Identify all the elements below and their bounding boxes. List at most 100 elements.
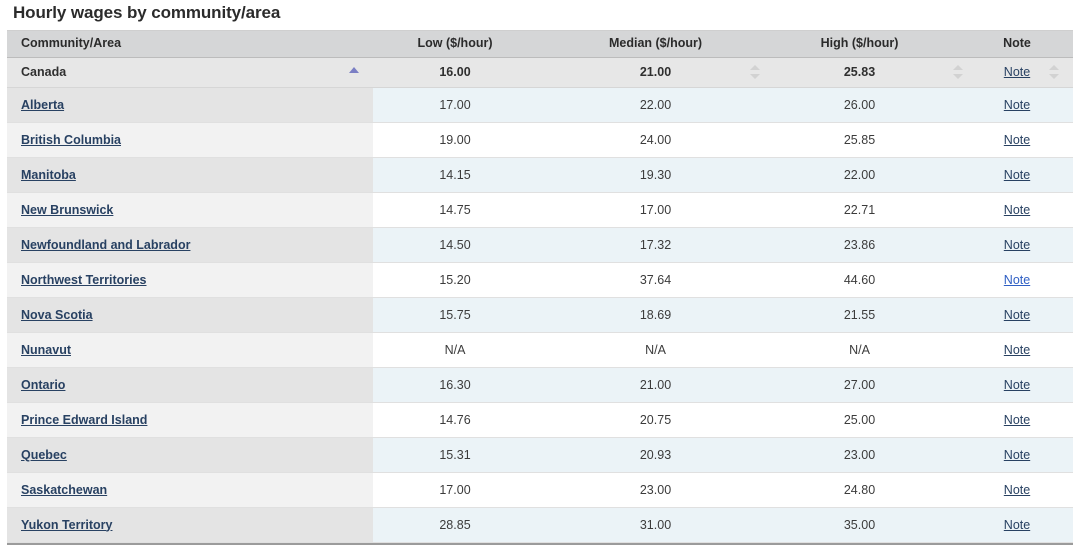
page-title: Hourly wages by community/area — [13, 3, 281, 22]
note-link[interactable]: Note — [1004, 378, 1030, 392]
column-header-median-label: Median ($/hour) — [608, 36, 703, 51]
table-header: Community/Area Low ($/hour) Median ($/ho… — [7, 31, 1073, 58]
cell-high-value: 27.00 — [843, 377, 876, 392]
cell-median-value: 19.30 — [639, 167, 672, 182]
table-row: Ontario 16.30 21.00 27.00 Note — [7, 367, 1073, 403]
region-link[interactable]: Quebec — [21, 448, 67, 462]
column-header-low-label: Low ($/hour) — [417, 36, 493, 51]
sort-toggle-icon-median[interactable] — [749, 65, 760, 79]
cell-median: 22.00 — [569, 87, 774, 123]
note-link[interactable]: Note — [1004, 448, 1030, 462]
table-row: Quebec 15.31 20.93 23.00 Note — [7, 437, 1073, 473]
region-link[interactable]: Northwest Territories — [21, 273, 147, 287]
cell-note: Note — [977, 227, 1073, 263]
cell-area: Nunavut — [7, 332, 373, 368]
note-link[interactable]: Note — [1004, 65, 1030, 79]
cell-high: 23.86 — [774, 227, 977, 263]
note-link[interactable]: Note — [1004, 343, 1030, 357]
cell-median: 17.00 — [569, 192, 774, 228]
cell-low-value: 19.00 — [439, 132, 471, 147]
column-header-high[interactable]: High ($/hour) — [774, 31, 977, 58]
cell-median: 17.32 — [569, 227, 774, 263]
cell-high: 21.55 — [774, 297, 977, 333]
cell-median-value: 31.00 — [639, 517, 672, 532]
note-link[interactable]: Note — [1004, 133, 1030, 147]
cell-low: 14.15 — [373, 157, 569, 193]
column-header-low[interactable]: Low ($/hour) — [373, 31, 569, 58]
note-link[interactable]: Note — [1004, 98, 1030, 112]
cell-high-value: 22.00 — [843, 167, 876, 182]
region-link[interactable]: Manitoba — [21, 168, 76, 182]
table-row: Alberta 17.00 22.00 26.00 Note — [7, 87, 1073, 123]
cell-note: Note — [977, 157, 1073, 193]
cell-median-value: 21.00 — [639, 377, 672, 392]
cell-median-value: N/A — [645, 342, 666, 357]
table-row: Manitoba 14.15 19.30 22.00 Note — [7, 157, 1073, 193]
cell-median-value: 24.00 — [639, 132, 672, 147]
cell-low: 28.85 — [373, 507, 569, 543]
column-header-area[interactable]: Community/Area — [7, 31, 373, 58]
note-link[interactable]: Note — [1004, 168, 1030, 182]
cell-high: 23.00 — [774, 437, 977, 473]
region-link[interactable]: Nunavut — [21, 343, 71, 357]
hourly-wages-table: Community/Area Low ($/hour) Median ($/ho… — [7, 31, 1073, 543]
cell-high-value: N/A — [849, 342, 870, 357]
cell-note: Note — [977, 472, 1073, 508]
region-link[interactable]: Prince Edward Island — [21, 413, 147, 427]
region-link[interactable]: British Columbia — [21, 133, 121, 147]
cell-area: Saskatchewan — [7, 472, 373, 508]
cell-note: Note — [977, 332, 1073, 368]
cell-low-value: 15.75 — [439, 307, 471, 322]
cell-low: 19.00 — [373, 122, 569, 158]
sort-ascending-icon-area[interactable] — [348, 65, 359, 79]
column-header-note[interactable]: Note — [977, 31, 1073, 58]
cell-low: N/A — [373, 332, 569, 368]
cell-low: 17.00 — [373, 472, 569, 508]
table-body: Alberta 17.00 22.00 26.00 Note British Columb… — [7, 87, 1073, 543]
cell-high-value: 25.00 — [843, 412, 876, 427]
cell-note: Note — [977, 297, 1073, 333]
region-link[interactable]: Saskatchewan — [21, 483, 107, 497]
cell-area: Nova Scotia — [7, 297, 373, 333]
column-header-median[interactable]: Median ($/hour) — [569, 31, 774, 58]
sort-toggle-icon-note[interactable] — [1048, 65, 1059, 79]
cell-area: British Columbia — [7, 122, 373, 158]
region-link[interactable]: Ontario — [21, 378, 65, 392]
cell-low-value: 14.50 — [439, 237, 471, 252]
cell-median: N/A — [569, 332, 774, 368]
note-link[interactable]: Note — [1004, 518, 1030, 532]
cell-high: 44.60 — [774, 262, 977, 298]
column-header-note-label: Note — [1003, 36, 1031, 51]
note-link[interactable]: Note — [1004, 238, 1030, 252]
region-link[interactable]: Newfoundland and Labrador — [21, 238, 190, 252]
summary-cell-area: Canada — [7, 57, 373, 88]
cell-area: Newfoundland and Labrador — [7, 227, 373, 263]
note-link[interactable]: Note — [1004, 273, 1030, 287]
region-link[interactable]: Alberta — [21, 98, 64, 112]
note-link[interactable]: Note — [1004, 483, 1030, 497]
note-link[interactable]: Note — [1004, 203, 1030, 217]
note-link[interactable]: Note — [1004, 413, 1030, 427]
note-link[interactable]: Note — [1004, 308, 1030, 322]
cell-low-value: N/A — [444, 342, 466, 357]
cell-low: 14.75 — [373, 192, 569, 228]
cell-high: 22.71 — [774, 192, 977, 228]
cell-median-value: 23.00 — [639, 482, 672, 497]
cell-median: 20.93 — [569, 437, 774, 473]
cell-low: 15.31 — [373, 437, 569, 473]
summary-high-value: 25.83 — [843, 64, 876, 79]
cell-high: 22.00 — [774, 157, 977, 193]
region-link[interactable]: Nova Scotia — [21, 308, 93, 322]
cell-median: 21.00 — [569, 367, 774, 403]
region-link[interactable]: Yukon Territory — [21, 518, 112, 532]
sort-toggle-icon-high[interactable] — [952, 65, 963, 79]
cell-median-value: 20.93 — [639, 447, 672, 462]
cell-high: 25.85 — [774, 122, 977, 158]
summary-cell-low: 16.00 — [373, 57, 569, 88]
cell-high: 25.00 — [774, 402, 977, 438]
cell-note: Note — [977, 437, 1073, 473]
table-summary-body: Canada 16.00 21.00 25.83 Note — [7, 57, 1073, 88]
cell-median-value: 37.64 — [639, 272, 672, 287]
region-link[interactable]: New Brunswick — [21, 203, 113, 217]
summary-area-label: Canada — [21, 64, 67, 79]
